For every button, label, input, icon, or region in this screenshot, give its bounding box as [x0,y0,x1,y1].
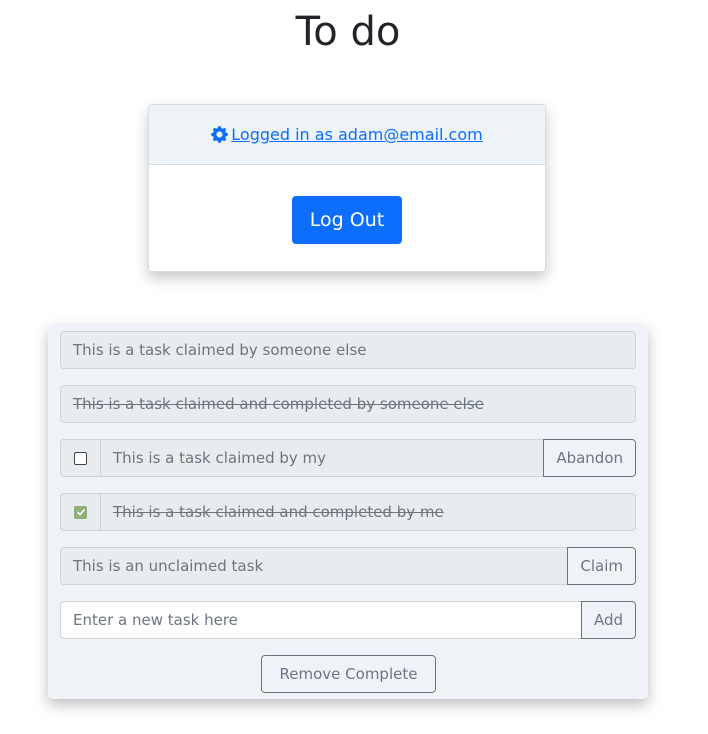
abandon-button[interactable]: Abandon [543,439,636,477]
auth-card: Logged in as adam@email.com Log Out [148,104,546,272]
task-checkbox[interactable] [74,451,87,465]
task-list-card: This is a task claimed by someone else T… [48,324,648,699]
auth-card-header: Logged in as adam@email.com [149,105,545,165]
task-text: This is a task claimed by my [100,439,545,477]
checkmark-icon [76,508,85,516]
new-task-input[interactable] [60,601,582,639]
task-row: This is a task claimed and completed by … [60,493,636,531]
account-link[interactable]: Logged in as adam@email.com [211,125,483,144]
account-link-label: Logged in as adam@email.com [231,125,483,144]
task-row: This is a task claimed and completed by … [60,385,636,423]
task-row: This is an unclaimed task Claim [60,547,636,585]
auth-card-body: Log Out [149,165,545,244]
task-checkbox-wrapper [60,439,100,477]
remove-complete-button[interactable]: Remove Complete [261,655,436,693]
add-button[interactable]: Add [580,601,636,639]
task-row: This is a task claimed by someone else [60,331,636,369]
claim-button[interactable]: Claim [567,547,636,585]
task-text: This is a task claimed by someone else [60,331,636,369]
task-checkbox-wrapper [60,493,100,531]
task-text: This is a task claimed and completed by … [100,493,636,531]
gear-icon [211,126,229,143]
task-checkbox[interactable] [74,505,87,519]
task-text: This is an unclaimed task [60,547,569,585]
task-row: This is a task claimed by my Abandon [60,439,636,477]
new-task-row: Add [60,601,636,639]
page-title: To do [295,9,401,55]
task-text: This is a task claimed and completed by … [60,385,636,423]
logout-button[interactable]: Log Out [292,196,402,244]
